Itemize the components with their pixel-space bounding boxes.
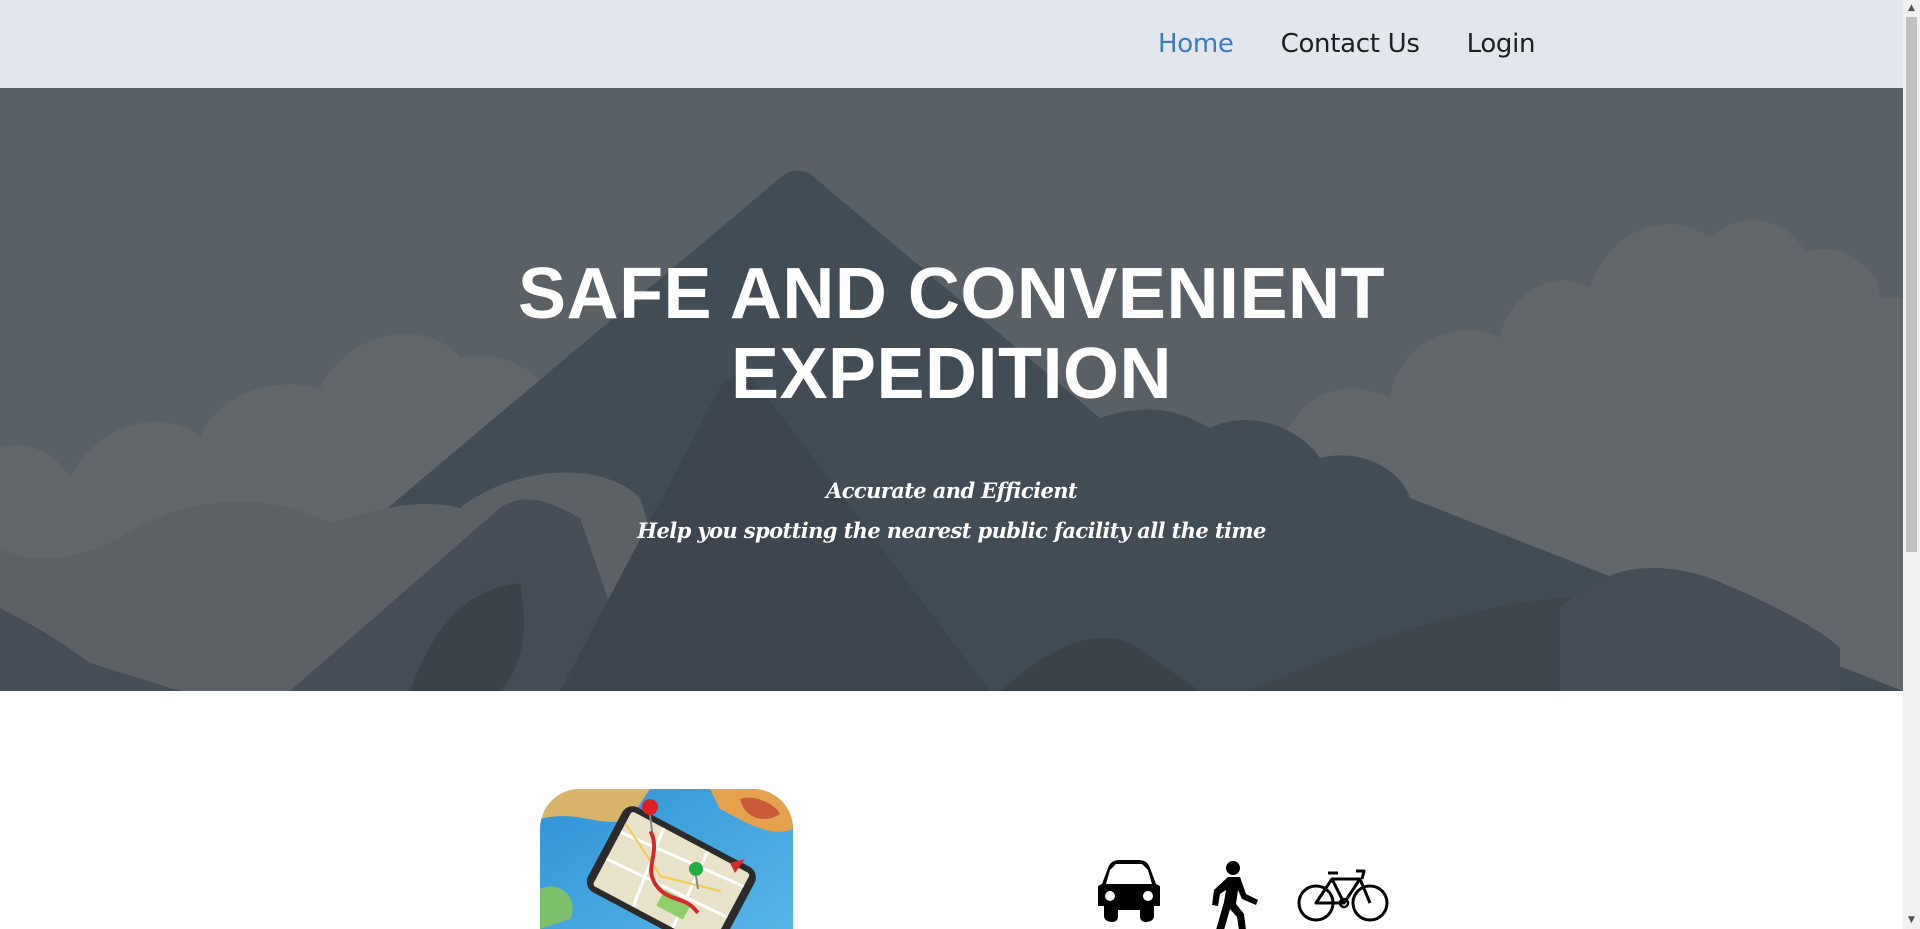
scrollbar-thumb[interactable]	[1906, 17, 1917, 552]
car-icon	[1094, 856, 1164, 926]
hero-title-line2: EXPEDITION	[730, 334, 1173, 414]
nav-login-link[interactable]: Login	[1467, 26, 1536, 62]
features-section	[0, 691, 1903, 929]
nav-links: Home Contact Us Login	[1158, 26, 1582, 62]
nav-contact-link[interactable]: Contact Us	[1281, 26, 1420, 62]
hero-title: SAFE AND CONVENIENT EXPEDITION	[0, 254, 1903, 414]
nav-home-link[interactable]: Home	[1158, 26, 1234, 62]
hero-subtitle-accurate: Accurate and Efficient	[826, 478, 1078, 503]
hero-subtitle-help: Help you spotting the nearest public fac…	[637, 518, 1266, 543]
page: Home Contact Us Login SAFE AND CONVENIEN…	[0, 0, 1903, 929]
bicycle-icon	[1296, 865, 1390, 925]
hero-title-line1: SAFE AND CONVENIENT	[518, 254, 1385, 334]
top-navbar: Home Contact Us Login	[0, 0, 1903, 88]
hero-banner: SAFE AND CONVENIENT EXPEDITION Accurate …	[0, 88, 1903, 691]
map-navigation-phone-image	[540, 789, 793, 929]
walking-person-icon	[1206, 860, 1262, 929]
vertical-scrollbar[interactable]: ▲ ▼	[1903, 0, 1920, 929]
scroll-down-arrow-icon[interactable]: ▼	[1903, 912, 1920, 929]
scroll-up-arrow-icon[interactable]: ▲	[1903, 0, 1920, 17]
